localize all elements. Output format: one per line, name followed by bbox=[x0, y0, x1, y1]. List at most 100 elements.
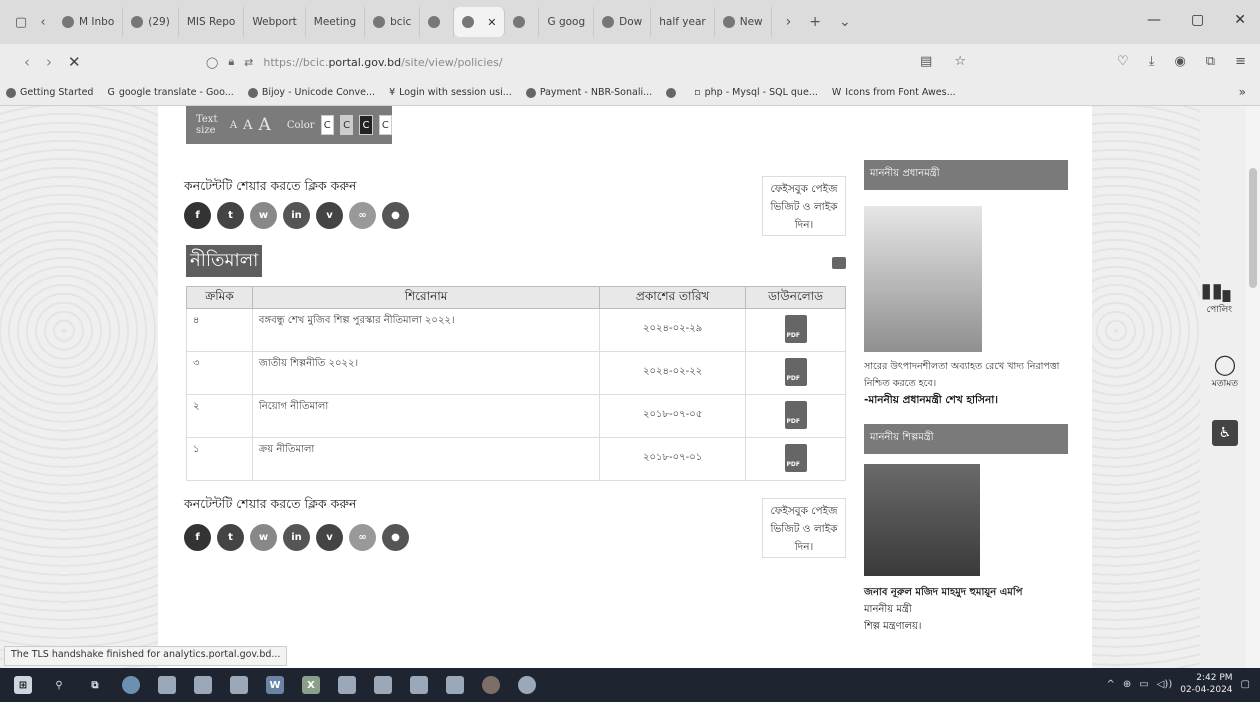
bookmark-item[interactable]: W Icons from Font Awes... bbox=[832, 87, 956, 98]
twitter-share-icon[interactable]: t bbox=[217, 202, 244, 229]
back-arrow-icon[interactable]: ‹ bbox=[24, 53, 30, 71]
twitter-share-icon[interactable]: t bbox=[217, 524, 244, 551]
more-share-icon[interactable]: ● bbox=[382, 524, 409, 551]
pdf-download-icon[interactable]: PDF bbox=[784, 400, 807, 429]
firefox-app-icon[interactable] bbox=[482, 676, 500, 694]
close-window-icon[interactable]: ✕ bbox=[1234, 12, 1246, 28]
bookmark-item[interactable]: Bijoy - Unicode Conve... bbox=[247, 87, 375, 98]
extensions-icon[interactable]: ⧉ bbox=[1206, 54, 1215, 69]
account-icon[interactable]: ◉ bbox=[1174, 54, 1185, 69]
app-icon[interactable] bbox=[338, 676, 356, 694]
edge-app-icon[interactable] bbox=[122, 676, 140, 694]
battery-icon[interactable]: ▭ bbox=[1139, 679, 1148, 690]
browser-tab[interactable] bbox=[505, 7, 540, 37]
browser-tab[interactable]: bcic bbox=[365, 7, 421, 37]
browser-tab[interactable]: Dow bbox=[594, 7, 652, 37]
app-icon[interactable] bbox=[410, 676, 428, 694]
new-tab-icon[interactable]: + bbox=[809, 14, 821, 30]
viber-share-icon[interactable]: v bbox=[316, 524, 343, 551]
windows-start-icon[interactable]: ⊞ bbox=[14, 676, 32, 694]
browser-tab[interactable]: M Inbo bbox=[54, 7, 124, 37]
maximize-window-icon[interactable]: ▢ bbox=[1191, 12, 1204, 28]
pdf-download-icon[interactable]: PDF bbox=[784, 314, 807, 343]
lock-icon[interactable]: 🔒︎ bbox=[228, 55, 234, 69]
pdf-download-icon[interactable]: PDF bbox=[784, 443, 807, 472]
whatsapp-share-icon[interactable]: w bbox=[250, 202, 277, 229]
minimize-window-icon[interactable]: — bbox=[1147, 12, 1161, 28]
scrollbar-thumb[interactable] bbox=[1249, 168, 1257, 288]
word-app-icon[interactable]: W bbox=[266, 676, 284, 694]
feedback-widget[interactable]: ◯ মতামত bbox=[1212, 352, 1238, 391]
bookmark-item[interactable]: ¥ Login with session usi... bbox=[389, 87, 512, 98]
bookmark-item[interactable]: Payment - NBR-Sonali... bbox=[525, 87, 652, 98]
file-explorer-icon[interactable] bbox=[158, 676, 176, 694]
task-view-icon[interactable]: ⧉ bbox=[86, 676, 104, 694]
clock[interactable]: 2:42 PM 02-04-2024 bbox=[1180, 672, 1232, 696]
viber-share-icon[interactable]: v bbox=[316, 202, 343, 229]
permissions-icon[interactable]: ⇄ bbox=[244, 56, 253, 69]
linkedin-share-icon[interactable]: in bbox=[283, 202, 310, 229]
mail-app-icon[interactable] bbox=[230, 676, 248, 694]
browser-tab[interactable]: Meeting bbox=[306, 7, 366, 37]
more-bookmarks-icon[interactable]: » bbox=[1239, 85, 1246, 99]
shield-icon[interactable]: ◯ bbox=[206, 56, 218, 69]
text-size-large-button[interactable]: A bbox=[259, 115, 271, 135]
bookmark-item[interactable]: Getting Started bbox=[6, 87, 93, 98]
linkedin-share-icon[interactable]: in bbox=[283, 524, 310, 551]
address-bar[interactable]: ◯ 🔒︎ ⇄ https://bcic.portal.gov.bd/site/v… bbox=[206, 48, 986, 76]
excel-app-icon[interactable]: X bbox=[302, 676, 320, 694]
show-hidden-icons-icon[interactable]: ^ bbox=[1107, 679, 1115, 690]
store-app-icon[interactable] bbox=[194, 676, 212, 694]
browser-tab[interactable]: MIS Repo bbox=[179, 7, 245, 37]
browser-tab[interactable]: Webport bbox=[244, 7, 306, 37]
network-icon[interactable]: ⊕ bbox=[1123, 679, 1131, 690]
notifications-icon[interactable]: ▢ bbox=[1241, 679, 1250, 690]
text-size-small-button[interactable]: A bbox=[230, 120, 237, 131]
color-default-button[interactable]: C bbox=[378, 115, 392, 135]
bookmark-item[interactable] bbox=[666, 87, 680, 98]
bookmark-item[interactable]: Ggoogle translate - Goo... bbox=[107, 87, 233, 98]
print-icon[interactable] bbox=[832, 257, 846, 269]
forward-arrow-icon[interactable]: › bbox=[46, 53, 52, 71]
bookmark-star-icon[interactable]: ☆ bbox=[954, 54, 966, 69]
browser-tab[interactable]: New bbox=[715, 7, 772, 37]
browser-tab[interactable]: half year bbox=[651, 7, 715, 37]
scroll-tabs-right-icon[interactable]: › bbox=[786, 14, 792, 30]
facebook-share-icon[interactable]: f bbox=[184, 202, 211, 229]
stop-loading-icon[interactable]: ✕ bbox=[68, 53, 81, 71]
search-icon[interactable]: ⚲ bbox=[50, 676, 68, 694]
color-white-button[interactable]: C bbox=[320, 115, 334, 135]
tab-overview-icon[interactable]: ▢ bbox=[10, 11, 32, 33]
bookmark-item[interactable]: ▫ php - Mysql - SQL que... bbox=[694, 87, 818, 98]
accessibility-icon[interactable]: ♿︎ bbox=[1212, 420, 1238, 446]
browser-tab-active[interactable]: ✕ bbox=[454, 7, 506, 37]
poll-widget[interactable]: ▮▮▖ পোলিং bbox=[1201, 278, 1238, 317]
reader-view-icon[interactable]: ▤ bbox=[920, 54, 932, 69]
list-all-tabs-icon[interactable]: ⌄ bbox=[839, 14, 851, 30]
pdf-download-icon[interactable]: PDF bbox=[784, 357, 807, 386]
downloads-icon[interactable]: ⤓ bbox=[1149, 54, 1155, 69]
chrome-app-icon[interactable] bbox=[518, 676, 536, 694]
facebook-page-link[interactable]: ফেইসবুক পেইজ ভিজিট ও লাইক দিন। bbox=[762, 498, 846, 558]
link-share-icon[interactable]: ∞ bbox=[349, 202, 376, 229]
facebook-page-link[interactable]: ফেইসবুক পেইজ ভিজিট ও লাইক দিন। bbox=[762, 176, 846, 236]
volume-icon[interactable]: ◁)) bbox=[1157, 679, 1173, 690]
close-tab-icon[interactable]: ✕ bbox=[487, 16, 496, 29]
color-dark-button[interactable]: C bbox=[359, 115, 373, 135]
text-size-medium-button[interactable]: A bbox=[243, 118, 252, 133]
browser-tab[interactable]: (29) bbox=[123, 7, 179, 37]
page-scrollbar[interactable] bbox=[1246, 106, 1260, 668]
scroll-tabs-left-icon[interactable]: ‹ bbox=[32, 11, 54, 33]
browser-tab[interactable]: G goog bbox=[539, 7, 595, 37]
link-share-icon[interactable]: ∞ bbox=[349, 524, 376, 551]
color-gray-button[interactable]: C bbox=[339, 115, 354, 135]
whatsapp-share-icon[interactable]: w bbox=[250, 524, 277, 551]
browser-tab[interactable] bbox=[420, 7, 455, 37]
menu-icon[interactable]: ≡ bbox=[1235, 54, 1246, 69]
url-text[interactable]: https://bcic.portal.gov.bd/site/view/pol… bbox=[263, 56, 502, 69]
facebook-share-icon[interactable]: f bbox=[184, 524, 211, 551]
app-icon[interactable] bbox=[446, 676, 464, 694]
app-icon[interactable] bbox=[374, 676, 392, 694]
pocket-icon[interactable]: ♡ bbox=[1117, 54, 1129, 69]
more-share-icon[interactable]: ● bbox=[382, 202, 409, 229]
